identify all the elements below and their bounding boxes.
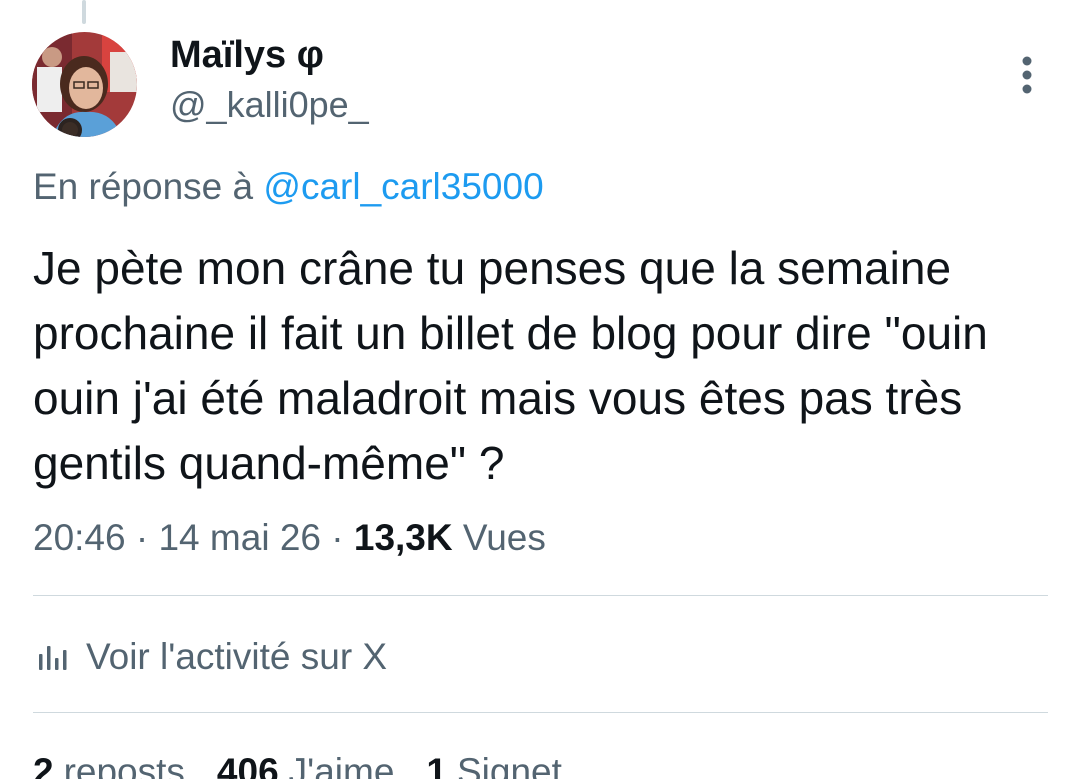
bookmarks-label: Signet xyxy=(457,751,562,779)
analytics-bars-icon xyxy=(39,646,67,670)
bookmarks-count: 1 xyxy=(426,751,447,779)
tweet-date[interactable]: 14 mai 26 xyxy=(158,517,321,558)
author-block: Maïlys φ @_kalli0pe_ xyxy=(170,30,369,130)
view-activity-label: Voir l'activité sur X xyxy=(86,636,388,677)
likes-stat[interactable]: 406 J'aime xyxy=(217,745,395,779)
meta-separator: · xyxy=(331,517,354,558)
more-vertical-icon xyxy=(1022,56,1032,94)
reply-prefix: En réponse à xyxy=(33,166,254,207)
reposts-stat[interactable]: 2 reposts xyxy=(33,745,185,779)
reposts-count: 2 xyxy=(33,751,54,779)
reply-mention-link[interactable]: @carl_carl35000 xyxy=(263,166,543,207)
views-count: 13,3K xyxy=(353,517,453,558)
tweet-meta: 20:46 · 14 mai 26 · 13,3K Vues xyxy=(33,511,546,565)
bookmarks-stat[interactable]: 1 Signet xyxy=(426,745,562,779)
likes-label: J'aime xyxy=(288,751,395,779)
divider xyxy=(33,595,1048,596)
likes-count: 406 xyxy=(216,751,279,779)
views-label: Vues xyxy=(462,517,546,558)
avatar[interactable] xyxy=(32,32,137,137)
avatar-photo xyxy=(32,32,137,137)
author-display-name[interactable]: Maïlys φ xyxy=(170,30,369,80)
tweet-detail-view: Maïlys φ @_kalli0pe_ En réponse à @carl_… xyxy=(0,0,1080,779)
engagement-stats: 2 reposts 406 J'aime 1 Signet xyxy=(33,745,594,779)
reply-context: En réponse à @carl_carl35000 xyxy=(33,162,544,212)
more-options-button[interactable] xyxy=(1004,52,1050,98)
meta-separator: · xyxy=(135,517,159,558)
reposts-label: reposts xyxy=(63,751,185,779)
thread-connector-line xyxy=(82,0,86,24)
divider xyxy=(33,712,1048,713)
author-handle[interactable]: @_kalli0pe_ xyxy=(170,80,369,130)
tweet-time[interactable]: 20:46 xyxy=(33,517,126,558)
view-activity-link[interactable]: Voir l'activité sur X xyxy=(36,630,387,684)
tweet-text: Je pète mon crâne tu penses que la semai… xyxy=(33,242,1001,489)
